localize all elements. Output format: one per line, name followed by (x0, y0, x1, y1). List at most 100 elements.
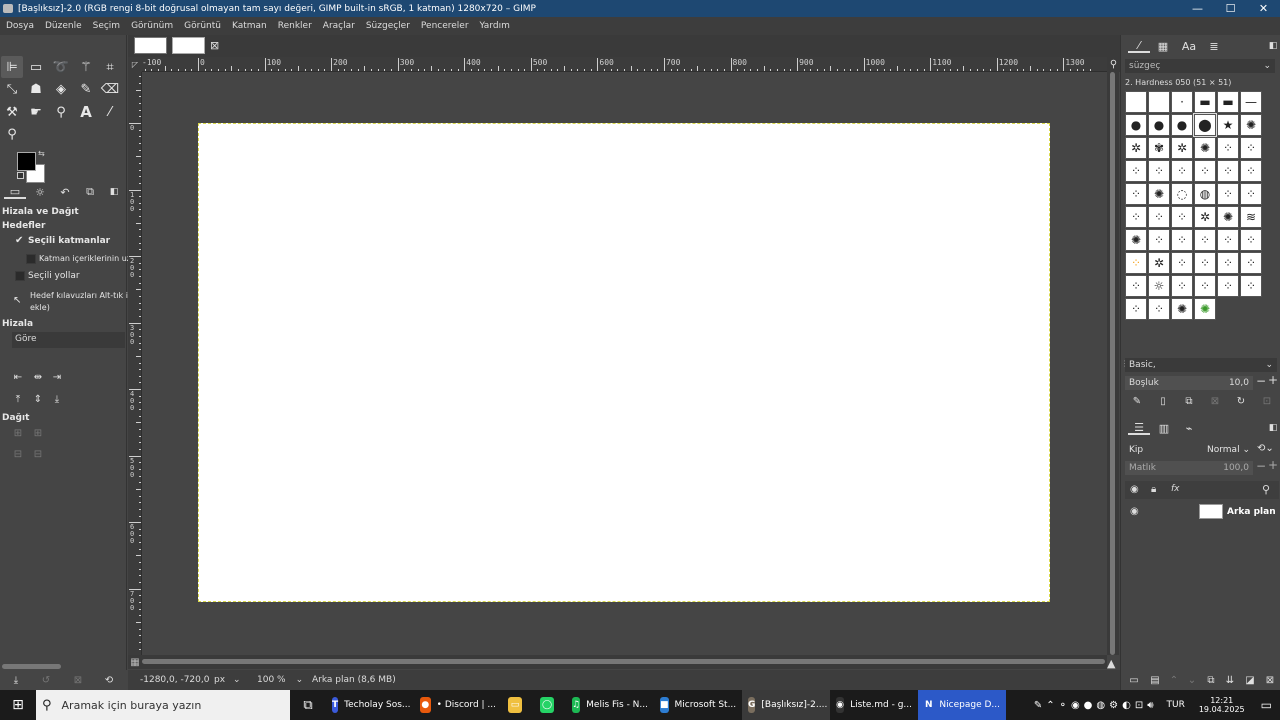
menu-yardim[interactable]: Yardım (480, 21, 510, 31)
taskbar-app-1[interactable]: ● • Discord | ... (414, 690, 502, 720)
fuzzy-select-icon[interactable]: ⚚ (75, 56, 97, 78)
notification-icon[interactable]: ▭ (1253, 690, 1280, 720)
language-indicator[interactable]: TUR (1161, 690, 1191, 720)
spacing-minus-icon[interactable]: − (1256, 374, 1266, 388)
brush-0-3[interactable]: ▬ (1194, 91, 1216, 113)
brush-9-0[interactable]: ⁘ (1125, 298, 1147, 320)
brushes-tab-icon[interactable]: ⁄ (1128, 39, 1150, 53)
channels-tab-icon[interactable]: ▥ (1153, 421, 1175, 435)
brush-6-1[interactable]: ⁘ (1148, 229, 1170, 251)
merge-layer-icon[interactable]: ⇊ (1222, 672, 1238, 688)
images-tab-icon[interactable]: ⧉ (79, 185, 101, 199)
brush-3-4[interactable]: ⁘ (1217, 160, 1239, 182)
menu-suzgecler[interactable]: Süzgeçler (366, 21, 410, 31)
brush-4-2[interactable]: ◌ (1171, 183, 1193, 205)
brush-9-2[interactable]: ✺ (1171, 298, 1193, 320)
taskbar-app-2[interactable]: ▭ (502, 690, 534, 720)
brush-3-1[interactable]: ⁘ (1148, 160, 1170, 182)
brush-5-4[interactable]: ✺ (1217, 206, 1239, 228)
brush-8-1[interactable]: ☼ (1148, 275, 1170, 297)
close-image-icon[interactable]: ⊠ (210, 39, 219, 52)
mask-layer-icon[interactable]: ◪ (1242, 672, 1258, 688)
eraser-icon[interactable]: ⌫ (99, 78, 121, 100)
align-top-icon[interactable]: ⤒ (10, 391, 26, 407)
layers-tab-icon[interactable]: ☰ (1128, 421, 1150, 435)
fonts-tab-icon[interactable]: Aa (1178, 39, 1200, 53)
mode-dropdown[interactable]: Normal ⌄ (1207, 445, 1250, 455)
zoom-dropdown[interactable]: 100 % ⌄ (254, 672, 306, 688)
brush-8-2[interactable]: ⁘ (1171, 275, 1193, 297)
layer-contents-label[interactable]: Katman içeriklerinin uz (39, 254, 131, 263)
align-left-icon[interactable]: ⇤ (10, 369, 26, 385)
brush-0-1[interactable] (1148, 91, 1170, 113)
patterns-tab-icon[interactable]: ▦ (1152, 39, 1174, 53)
brush-7-0[interactable]: ⁘ (1125, 252, 1147, 274)
menu-renkler[interactable]: Renkler (278, 21, 312, 31)
menu-araclar[interactable]: Araçlar (323, 21, 355, 31)
vertical-scrollbar[interactable]: ▲ (1107, 72, 1119, 670)
brush-6-5[interactable]: ⁘ (1240, 229, 1262, 251)
layer-name[interactable]: Arka plan (1227, 507, 1276, 517)
brush-4-3[interactable]: ◍ (1194, 183, 1216, 205)
new-brush-icon[interactable]: ▯ (1155, 393, 1171, 409)
align-bottom-icon[interactable]: ⤓ (49, 391, 65, 407)
brush-3-3[interactable]: ⁘ (1194, 160, 1216, 182)
image-canvas[interactable] (198, 123, 1050, 602)
brush-2-3[interactable]: ✺ (1194, 137, 1216, 159)
tray-icons[interactable]: ✎⌃⚬◉●◍⚙◐⊡🔊︎ (1031, 690, 1161, 720)
path-icon[interactable]: ⚲ (50, 101, 72, 123)
brush-2-4[interactable]: ⁘ (1217, 137, 1239, 159)
task-view-button[interactable]: ⧉ (290, 690, 326, 720)
taskbar-app-6[interactable]: G [Başlıksız]-2.... (742, 690, 830, 720)
taskbar-app-7[interactable]: ◉ Liste.md - g... (830, 690, 918, 720)
brush-1-4[interactable]: ★ (1217, 114, 1239, 136)
taskbar-search[interactable]: ⚲ Aramak için buraya yazın (36, 690, 290, 720)
horizontal-scroll-thumb[interactable] (142, 659, 1105, 664)
brush-1-3[interactable]: ⬤ (1193, 113, 1217, 137)
align-center-icon[interactable]: ⇹ (30, 369, 46, 385)
brush-7-2[interactable]: ⁘ (1171, 252, 1193, 274)
checkmark-icon[interactable]: ✔ (15, 235, 23, 246)
brush-5-3[interactable]: ✲ (1194, 206, 1216, 228)
menu-secim[interactable]: Seçim (93, 21, 120, 31)
warp-icon[interactable]: ☗ (25, 78, 47, 100)
brush-2-5[interactable]: ⁘ (1240, 137, 1262, 159)
taskbar-app-5[interactable]: ■ Microsoft St... (654, 690, 742, 720)
unit-dropdown[interactable]: px ⌄ (211, 672, 248, 688)
save-options-icon[interactable]: ⤓ (8, 672, 24, 688)
dock-menu-icon[interactable]: ◧ (106, 185, 122, 199)
brush-1-2[interactable]: ● (1171, 114, 1193, 136)
gradients-tab-icon[interactable]: ≣ (1203, 39, 1225, 53)
brush-3-2[interactable]: ⁘ (1171, 160, 1193, 182)
menu-gorunum[interactable]: Görünüm (131, 21, 173, 31)
brush-1-1[interactable]: ● (1148, 114, 1170, 136)
brush-7-1[interactable]: ✲ (1148, 252, 1170, 274)
clone-icon[interactable]: ⚒ (1, 101, 23, 123)
composite-mode-icon[interactable]: ⟲⌄ (1257, 443, 1274, 454)
brush-5-2[interactable]: ⁘ (1171, 206, 1193, 228)
zoom-icon[interactable]: ⚲ (1, 123, 23, 145)
brush-0-5[interactable]: — (1240, 91, 1262, 113)
start-button[interactable]: ⊞ (0, 690, 36, 720)
text-tool-icon[interactable]: A (75, 101, 97, 123)
brush-0-4[interactable]: ▬ (1217, 91, 1239, 113)
brush-7-5[interactable]: ⁘ (1240, 252, 1262, 274)
clock[interactable]: 12:21 19.04.2025 (1191, 690, 1253, 720)
taskbar-app-0[interactable]: T Techolay Sos... (326, 690, 414, 720)
crop-icon[interactable]: ⌗ (99, 56, 121, 78)
paintbrush-icon[interactable]: ✎ (75, 78, 97, 100)
relative-to-dropdown[interactable]: Göre (12, 332, 125, 348)
brush-3-0[interactable]: ⁘ (1125, 160, 1147, 182)
fx-icon[interactable]: fx (1171, 484, 1180, 494)
brush-3-5[interactable]: ⁘ (1240, 160, 1262, 182)
brush-1-5[interactable]: ✺ (1240, 114, 1262, 136)
edit-brush-icon[interactable]: ✎ (1129, 393, 1145, 409)
brush-8-5[interactable]: ⁘ (1240, 275, 1262, 297)
device-status-tab-icon[interactable]: ☼ (29, 185, 51, 199)
align-middle-icon[interactable]: ⇕ (30, 391, 46, 407)
new-layer-icon[interactable]: ▭ (1126, 672, 1142, 688)
undo-history-tab-icon[interactable]: ↶ (54, 185, 76, 199)
brush-5-1[interactable]: ⁘ (1148, 206, 1170, 228)
selected-paths-label[interactable]: Seçili yollar (28, 271, 80, 281)
opacity-plus-icon[interactable]: + (1268, 458, 1278, 472)
